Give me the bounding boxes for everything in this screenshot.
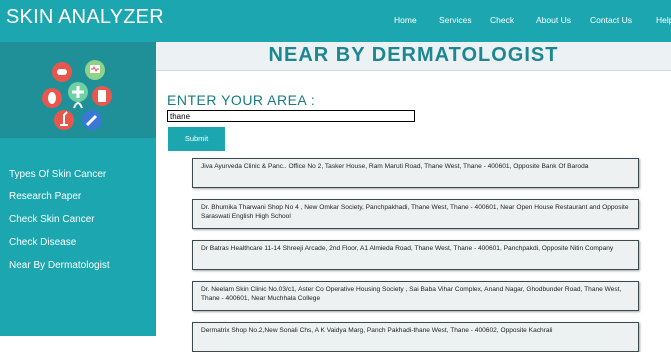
page-header: NEAR BY DERMATOLOGIST — [156, 42, 671, 71]
top-navbar: SKIN ANALYZER Home Services Check About … — [0, 0, 671, 42]
stethoscope-icon — [73, 102, 83, 109]
submit-button[interactable]: Submit — [168, 127, 225, 151]
sidebar-item-near-by-dermatologist[interactable]: Near By Dermatologist — [9, 260, 110, 271]
nav-home[interactable]: Home — [394, 15, 417, 25]
sidebar: Types Of Skin Cancer Research Paper Chec… — [0, 42, 156, 336]
sidebar-item-research-paper[interactable]: Research Paper — [9, 191, 81, 202]
result-card: Dr Batras Healthcare 11-14 Shreeji Arcad… — [192, 240, 639, 270]
sidebar-item-check-disease[interactable]: Check Disease — [9, 237, 76, 248]
nav-services[interactable]: Services — [439, 15, 472, 25]
medical-icons-logo — [42, 60, 112, 130]
result-card: Dr. Bhumika Tharwani Shop No 4 , New Omk… — [192, 199, 639, 229]
result-card: Dermatrix Shop No.2,New Sonali Chs, A K … — [192, 322, 639, 352]
brand-title[interactable]: SKIN ANALYZER — [6, 6, 164, 29]
logo-panel — [0, 42, 156, 138]
page-title: NEAR BY DERMATOLOGIST — [268, 44, 559, 66]
result-card: Dr. Neelam Skin Clinic No.03/c1, Aster C… — [192, 281, 639, 311]
nav-check[interactable]: Check — [490, 15, 514, 25]
sidebar-item-check-skin-cancer[interactable]: Check Skin Cancer — [9, 214, 95, 225]
nav-contact-us[interactable]: Contact Us — [590, 15, 632, 25]
nav-help[interactable]: Help — [656, 15, 671, 25]
area-input[interactable] — [167, 110, 415, 122]
result-card: Jiva Ayurveda Clinic & Panc.. Office No … — [192, 158, 639, 188]
nav-about-us[interactable]: About Us — [536, 15, 571, 25]
enter-area-label: ENTER YOUR AREA : — [167, 92, 316, 108]
sidebar-item-types-of-skin-cancer[interactable]: Types Of Skin Cancer — [9, 169, 106, 180]
